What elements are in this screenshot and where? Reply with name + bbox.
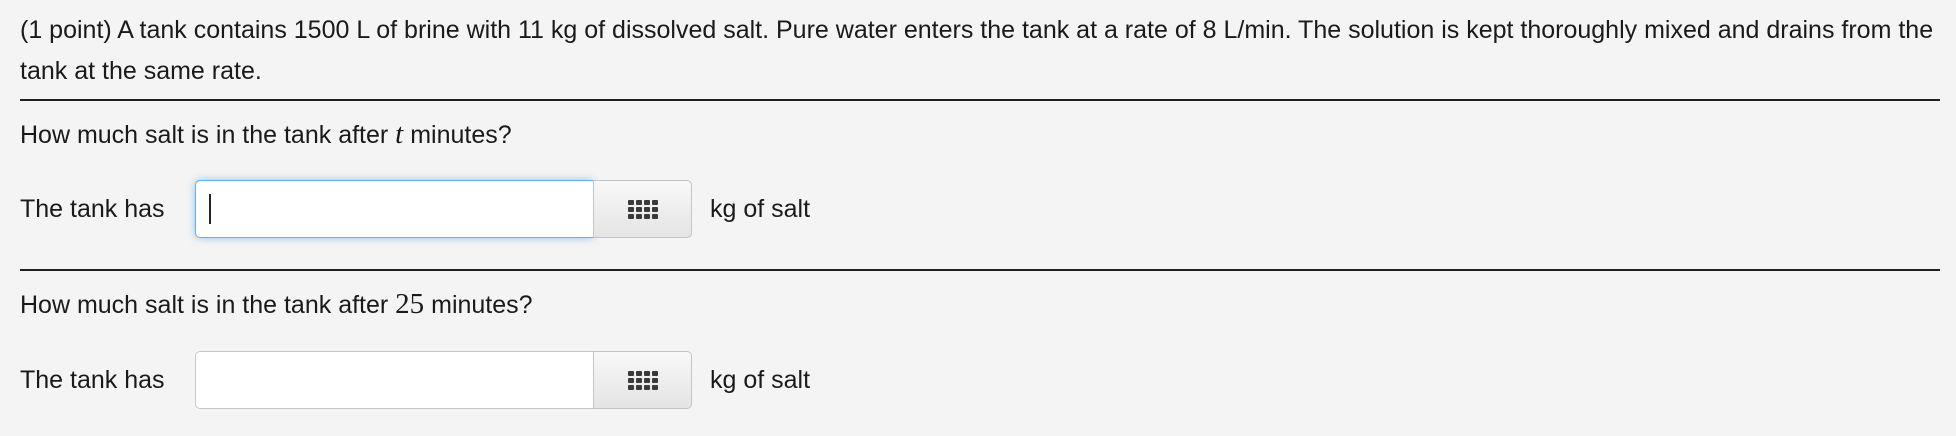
question-part-2: How much salt is in the tank after 25 mi… (20, 288, 533, 321)
grid-icon (627, 370, 658, 390)
equation-palette-button[interactable] (593, 351, 692, 409)
answer-prefix: The tank has (20, 195, 165, 223)
problem-container: (1 point) A tank contains 1500 L of brin… (0, 0, 1956, 436)
answer-input-2[interactable] (195, 351, 593, 409)
problem-statement: (1 point) A tank contains 1500 L of brin… (20, 16, 1934, 85)
equation-palette-button[interactable] (593, 180, 692, 238)
answer-row-2: The tank has kg of salt (20, 351, 920, 411)
question-part-1: How much salt is in the tank after t min… (20, 118, 512, 151)
grid-icon (627, 199, 658, 219)
question-text: How much salt is in the tank after (20, 121, 389, 149)
answer-input-1[interactable] (195, 180, 593, 238)
answer-input-group (195, 351, 692, 409)
answer-unit: kg of salt (710, 195, 811, 223)
math-variable: t (395, 118, 404, 150)
answer-unit: kg of salt (710, 366, 811, 394)
answer-prefix: The tank has (20, 366, 165, 394)
question-text: How much salt is in the tank after (20, 291, 389, 319)
question-text-end: minutes? (431, 291, 533, 319)
question-text-end: minutes? (410, 121, 512, 149)
text-cursor (209, 194, 211, 224)
answer-input-group (195, 180, 692, 238)
answer-row-1: The tank has kg of salt (20, 180, 920, 240)
math-number: 25 (395, 288, 425, 320)
section-divider (20, 269, 1940, 271)
section-divider (20, 99, 1940, 101)
